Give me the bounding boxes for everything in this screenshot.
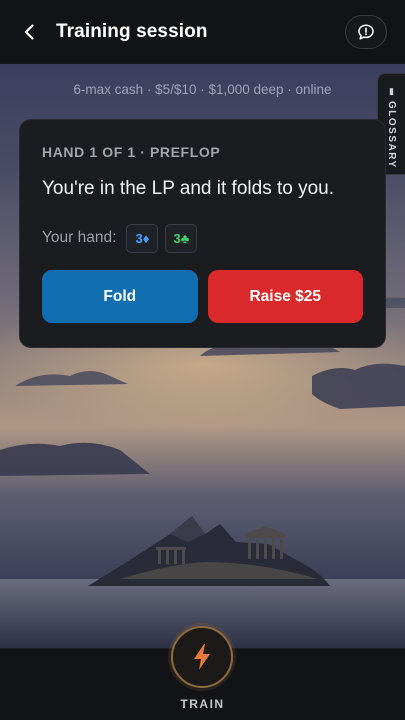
book-icon: ▮ xyxy=(389,86,394,96)
chevron-left-icon xyxy=(24,23,34,40)
playing-card-club: 3♣ xyxy=(165,223,198,253)
hand-prompt: You're in the LP and it folds to you. xyxy=(42,178,335,199)
game-info-text: 6-max cash · $5/$10 · $1,000 deep · onli… xyxy=(73,82,332,97)
feedback-button[interactable] xyxy=(345,15,387,49)
lightning-bolt-icon xyxy=(194,644,210,670)
speech-bubble-alert-icon xyxy=(358,24,374,40)
train-label: TRAIN xyxy=(180,697,225,711)
hand-label: Your hand: xyxy=(42,229,117,246)
back-button[interactable] xyxy=(12,14,48,50)
playing-card-diamond: 3♦ xyxy=(126,223,159,253)
hand-row: Your hand: 3♦ 3♣ xyxy=(42,223,363,253)
header-bar: Training session xyxy=(0,0,405,64)
page-title: Training session xyxy=(56,20,208,42)
hand-card: HAND 1 OF 1 · PREFLOP You're in the LP a… xyxy=(19,119,386,348)
action-buttons: Fold Raise $25 xyxy=(42,270,363,323)
raise-button[interactable]: Raise $25 xyxy=(207,270,363,323)
fold-button[interactable]: Fold xyxy=(42,270,198,323)
glossary-label: GLOSSARY xyxy=(386,101,397,169)
train-button[interactable] xyxy=(171,626,233,688)
hand-heading: HAND 1 OF 1 · PREFLOP xyxy=(42,144,221,160)
